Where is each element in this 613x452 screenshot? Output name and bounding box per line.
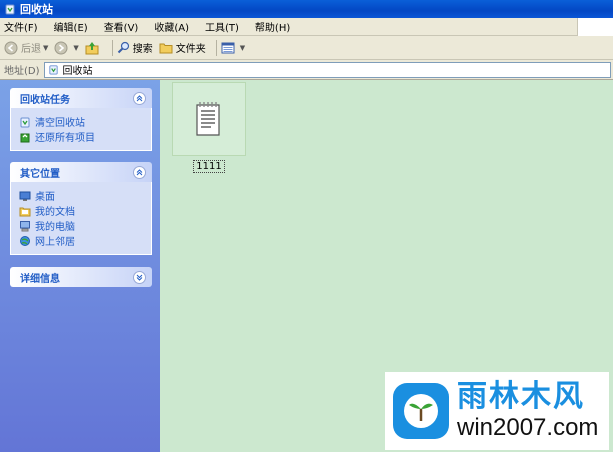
watermark-texts: 雨林木风 win2007.com [457,380,598,442]
address-label: 地址(D) [4,66,40,77]
link-label: 清空回收站 [35,118,85,129]
file-item[interactable]: 1111 [172,82,246,173]
collapse-button[interactable] [133,91,146,105]
text-document-icon [196,102,220,136]
watermark-logo: 雨林木风 win2007.com [385,372,609,450]
panel-other-places: 其它位置 桌面 我的文档 我的电脑 网上邻居 [10,162,152,255]
folder-icon [159,43,173,53]
panel-recycle-tasks: 回收站任务 清空回收站 还原所有项目 [10,88,152,151]
up-folder-button[interactable] [85,41,102,55]
link-label: 我的电脑 [35,222,75,233]
address-value: 回收站 [62,66,93,77]
link-label: 我的文档 [35,207,75,218]
chevron-up-icon [136,168,143,175]
collapse-button[interactable] [133,165,146,179]
toolbar: 后退 ▼ ▼ 搜索 文件夹 ▼ [0,36,613,60]
views-icon [221,42,235,53]
desktop-link[interactable]: 桌面 [19,188,151,203]
expand-button[interactable] [133,270,146,284]
panel-body: 桌面 我的文档 我的电脑 网上邻居 [10,182,152,255]
forward-button[interactable]: ▼ [54,41,79,55]
link-label: 还原所有项目 [35,133,95,144]
chevron-down-icon: ▼ [239,43,246,52]
recycle-bin-icon [48,65,58,75]
search-button[interactable]: 搜索 [117,40,153,55]
task-pane: 回收站任务 清空回收站 还原所有项目 其它位置 桌面 我的文档 我的电脑 网上邻… [0,80,160,452]
menu-edit[interactable]: 编辑(E) [54,19,88,34]
back-label: 后退 [21,44,41,55]
network-places-link[interactable]: 网上邻居 [19,233,151,248]
panel-details: 详细信息 [10,267,152,287]
back-button[interactable]: 后退 ▼ [4,40,48,55]
desktop-icon [19,191,31,201]
file-label-wrap: 1111 [172,159,246,173]
menu-tools[interactable]: 工具(T) [205,19,239,34]
views-button[interactable]: ▼ [221,42,245,54]
recycle-bin-icon [5,4,15,15]
link-label: 网上邻居 [35,237,75,248]
search-icon [117,41,129,54]
chevron-down-icon: ▼ [73,43,79,52]
forward-arrow-icon [54,41,68,54]
link-label: 桌面 [35,192,55,203]
restore-all-link[interactable]: 还原所有项目 [19,129,151,144]
menu-bar: 文件(F) 编辑(E) 查看(V) 收藏(A) 工具(T) 帮助(H) [0,18,613,36]
toolbar-separator [215,39,217,56]
panel-header[interactable]: 其它位置 [10,162,152,182]
panel-title: 其它位置 [20,168,60,180]
menu-view[interactable]: 查看(V) [104,19,139,34]
chevron-down-icon [136,274,143,281]
panel-title: 回收站任务 [20,94,70,106]
folders-label: 文件夹 [175,44,206,55]
folders-button[interactable]: 文件夹 [159,40,206,55]
my-computer-link[interactable]: 我的电脑 [19,218,151,233]
network-icon [20,235,30,246]
chevron-up-icon [136,94,143,101]
address-bar: 地址(D) 回收站 [0,60,613,80]
tree-icon [404,394,438,428]
recycle-bin-icon [20,117,30,127]
title-bar[interactable]: 回收站 [0,0,613,18]
restore-icon [20,133,30,142]
menu-file[interactable]: 文件(F) [4,19,38,34]
windows-logo-area [577,18,613,36]
search-label: 搜索 [132,44,153,55]
watermark-title: 雨林木风 [457,379,585,414]
menu-help[interactable]: 帮助(H) [255,19,290,34]
up-folder-icon [85,41,99,54]
back-arrow-icon [4,41,18,54]
toolbar-separator [111,39,113,56]
empty-recycle-bin-link[interactable]: 清空回收站 [19,114,151,129]
computer-icon [20,220,30,231]
menu-favorites[interactable]: 收藏(A) [154,19,189,34]
my-documents-link[interactable]: 我的文档 [19,203,151,218]
brand-logo-icon [393,383,449,439]
watermark-url: win2007.com [457,414,599,441]
file-thumbnail [172,82,246,156]
panel-header[interactable]: 回收站任务 [10,88,152,108]
panel-title: 详细信息 [20,273,60,285]
chevron-down-icon: ▼ [43,43,49,52]
documents-folder-icon [19,207,31,216]
file-name[interactable]: 1111 [193,160,225,173]
address-input[interactable]: 回收站 [43,61,611,78]
panel-header[interactable]: 详细信息 [10,267,152,287]
panel-body: 清空回收站 还原所有项目 [10,108,152,151]
window-title: 回收站 [20,3,53,16]
